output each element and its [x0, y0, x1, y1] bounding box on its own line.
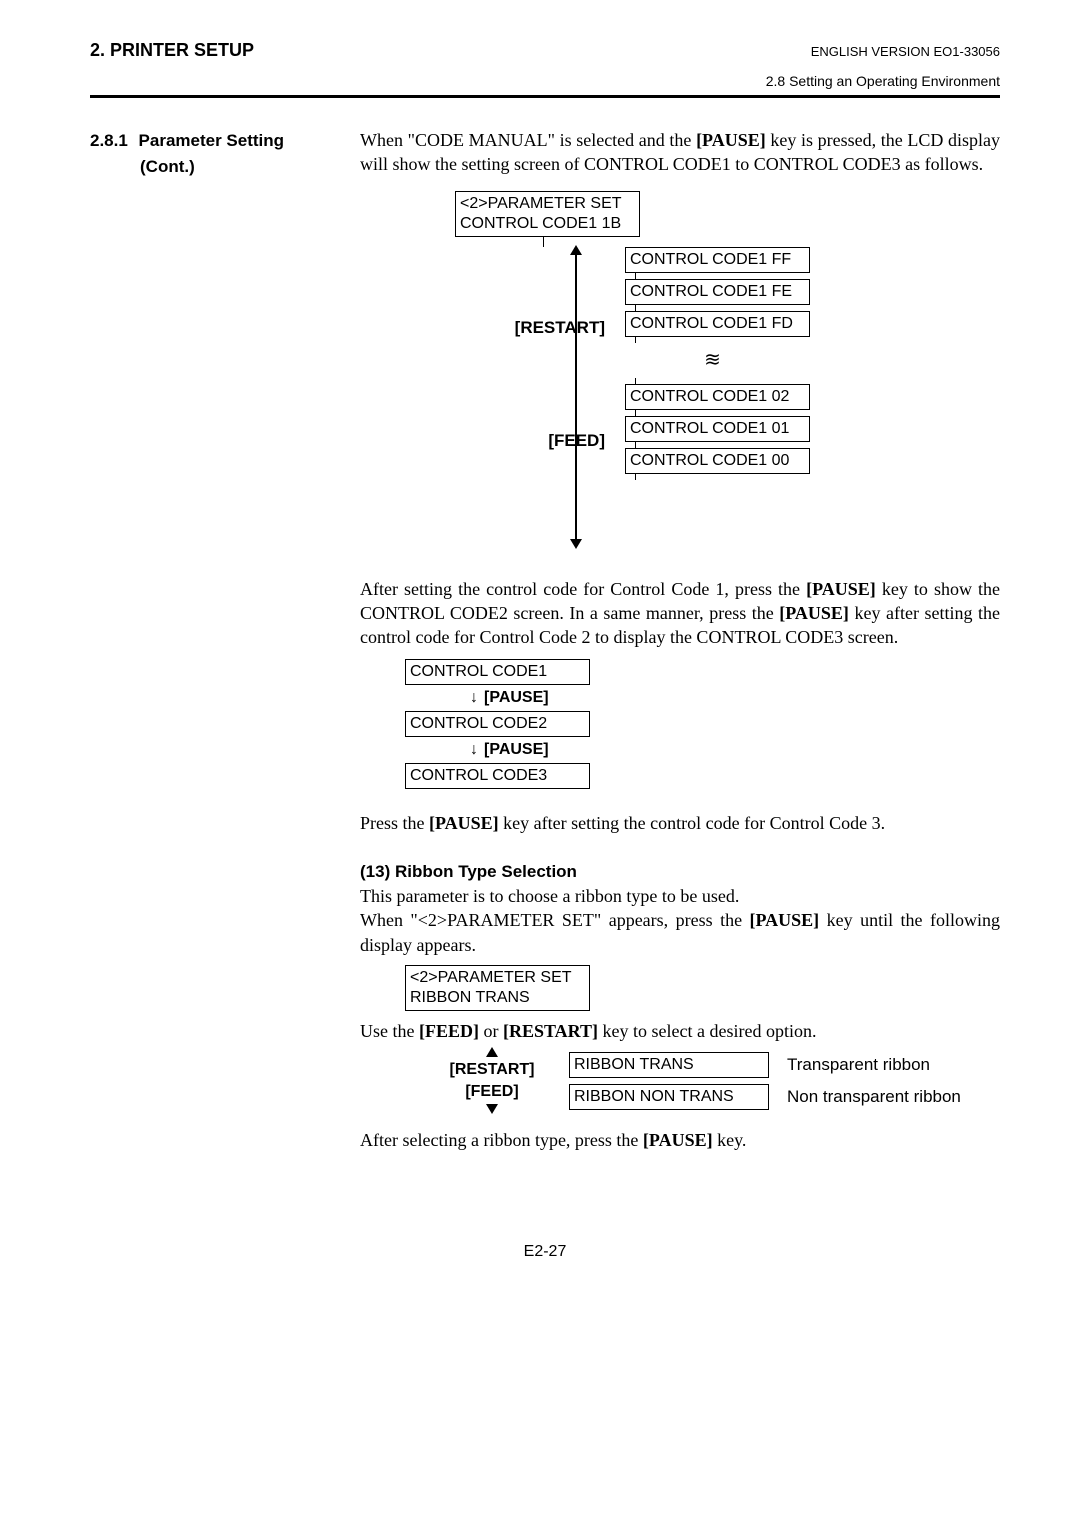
chapter-title: 2. PRINTER SETUP: [90, 40, 254, 61]
feed-key-label: [FEED]: [405, 430, 625, 453]
restart-key-label: [RESTART]: [427, 1059, 557, 1081]
lcd-ribbon-nontrans: RIBBON NON TRANS: [569, 1084, 769, 1110]
ribbon-option-diagram: [RESTART] [FEED] RIBBON TRANS Transparen…: [415, 1047, 1000, 1114]
lcd-option: CONTROL CODE1 FE: [625, 279, 810, 305]
feed-key-label: [FEED]: [427, 1081, 557, 1103]
lcd-option: CONTROL CODE1 01: [625, 416, 810, 442]
doc-version: ENGLISH VERSION EO1-33056: [811, 44, 1000, 59]
arrow-up-icon: [486, 1047, 498, 1057]
pause-key-label: [PAUSE]: [405, 737, 549, 763]
restart-key-label: [RESTART]: [405, 317, 625, 340]
sec13-p2: When "<2>PARAMETER SET" appears, press t…: [360, 908, 1000, 957]
ellipsis-icon: ≋: [625, 347, 800, 374]
paragraph-3: Press the [PAUSE] key after setting the …: [360, 811, 1000, 835]
paragraph-1: When "CODE MANUAL" is selected and the […: [360, 128, 1000, 177]
arrow-down-icon: [486, 1104, 498, 1114]
ribbon-nontrans-desc: Non transparent ribbon: [787, 1087, 967, 1107]
ribbon-trans-desc: Transparent ribbon: [787, 1055, 967, 1075]
sec13-p1: This parameter is to choose a ribbon typ…: [360, 884, 1000, 908]
lcd-option: CONTROL CODE1 FD: [625, 311, 810, 337]
section-name: Parameter Setting: [139, 131, 285, 150]
lcd-option: CONTROL CODE1 02: [625, 384, 810, 410]
sec13-p3: Use the [FEED] or [RESTART] key to selec…: [360, 1019, 1000, 1043]
section-heading: 2.8.1 Parameter Setting (Cont.): [90, 128, 360, 1153]
control-code-diagram: <2>PARAMETER SET CONTROL CODE1 1B [RESTA…: [405, 191, 1000, 557]
ribbon-lcd: <2>PARAMETER SET RIBBON TRANS: [405, 965, 1000, 1011]
pause-key-label: [PAUSE]: [405, 685, 549, 711]
lcd-code2: CONTROL CODE2: [405, 711, 590, 737]
lcd-option: CONTROL CODE1 FF: [625, 247, 810, 273]
header-rule: [90, 95, 1000, 98]
subsection-heading: (13) Ribbon Type Selection: [360, 861, 1000, 884]
lcd-param-set: <2>PARAMETER SET CONTROL CODE1 1B: [455, 191, 640, 237]
lcd-option: CONTROL CODE1 00: [625, 448, 810, 474]
section-number: 2.8.1: [90, 131, 128, 150]
lcd-ribbon-param: <2>PARAMETER SET RIBBON TRANS: [405, 965, 590, 1011]
section-cont: (Cont.): [140, 157, 195, 176]
page-number: E2-27: [90, 1243, 1000, 1261]
sec13-p4: After selecting a ribbon type, press the…: [360, 1128, 1000, 1152]
lcd-ribbon-trans: RIBBON TRANS: [569, 1052, 769, 1078]
lcd-code3: CONTROL CODE3: [405, 763, 590, 789]
paragraph-2: After setting the control code for Contr…: [360, 577, 1000, 650]
lcd-code1: CONTROL CODE1: [405, 659, 590, 685]
code-sequence-diagram: CONTROL CODE1 [PAUSE] CONTROL CODE2 [PAU…: [405, 659, 1000, 788]
section-path: 2.8 Setting an Operating Environment: [90, 73, 1000, 89]
